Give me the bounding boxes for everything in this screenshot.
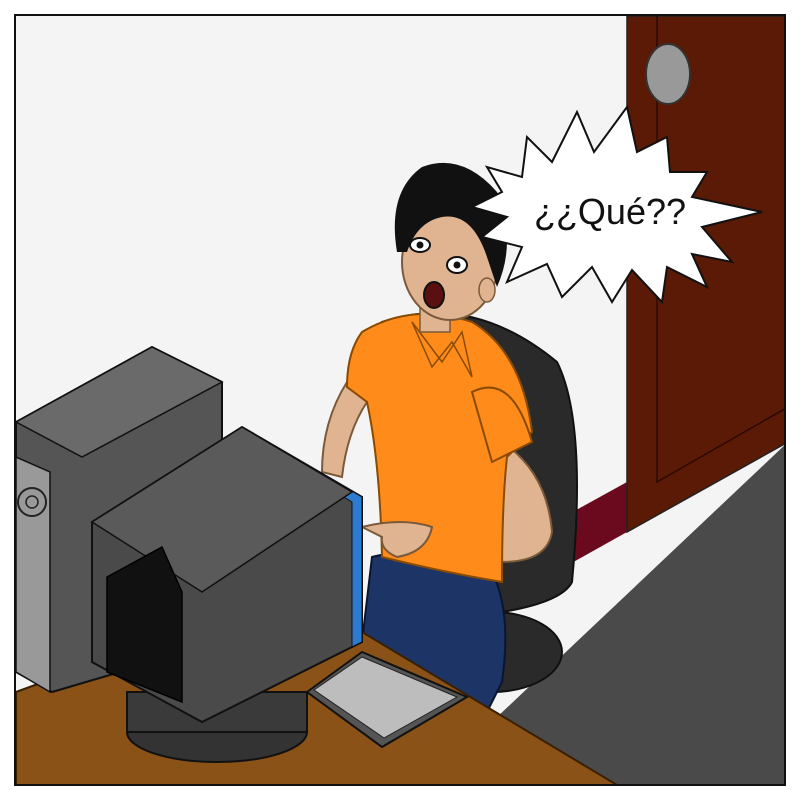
speech-bubble-text: ¿¿Qué??: [534, 191, 686, 232]
ear: [478, 277, 496, 303]
comic-scene: ¿¿Qué??: [16, 16, 784, 784]
mouth: [423, 281, 445, 309]
pupil-right: [453, 261, 461, 269]
comic-frame: ¿¿Qué??: [0, 0, 800, 800]
pupil-left: [416, 241, 424, 249]
door-knob: [645, 43, 691, 105]
comic-panel: ¿¿Qué??: [14, 14, 786, 786]
